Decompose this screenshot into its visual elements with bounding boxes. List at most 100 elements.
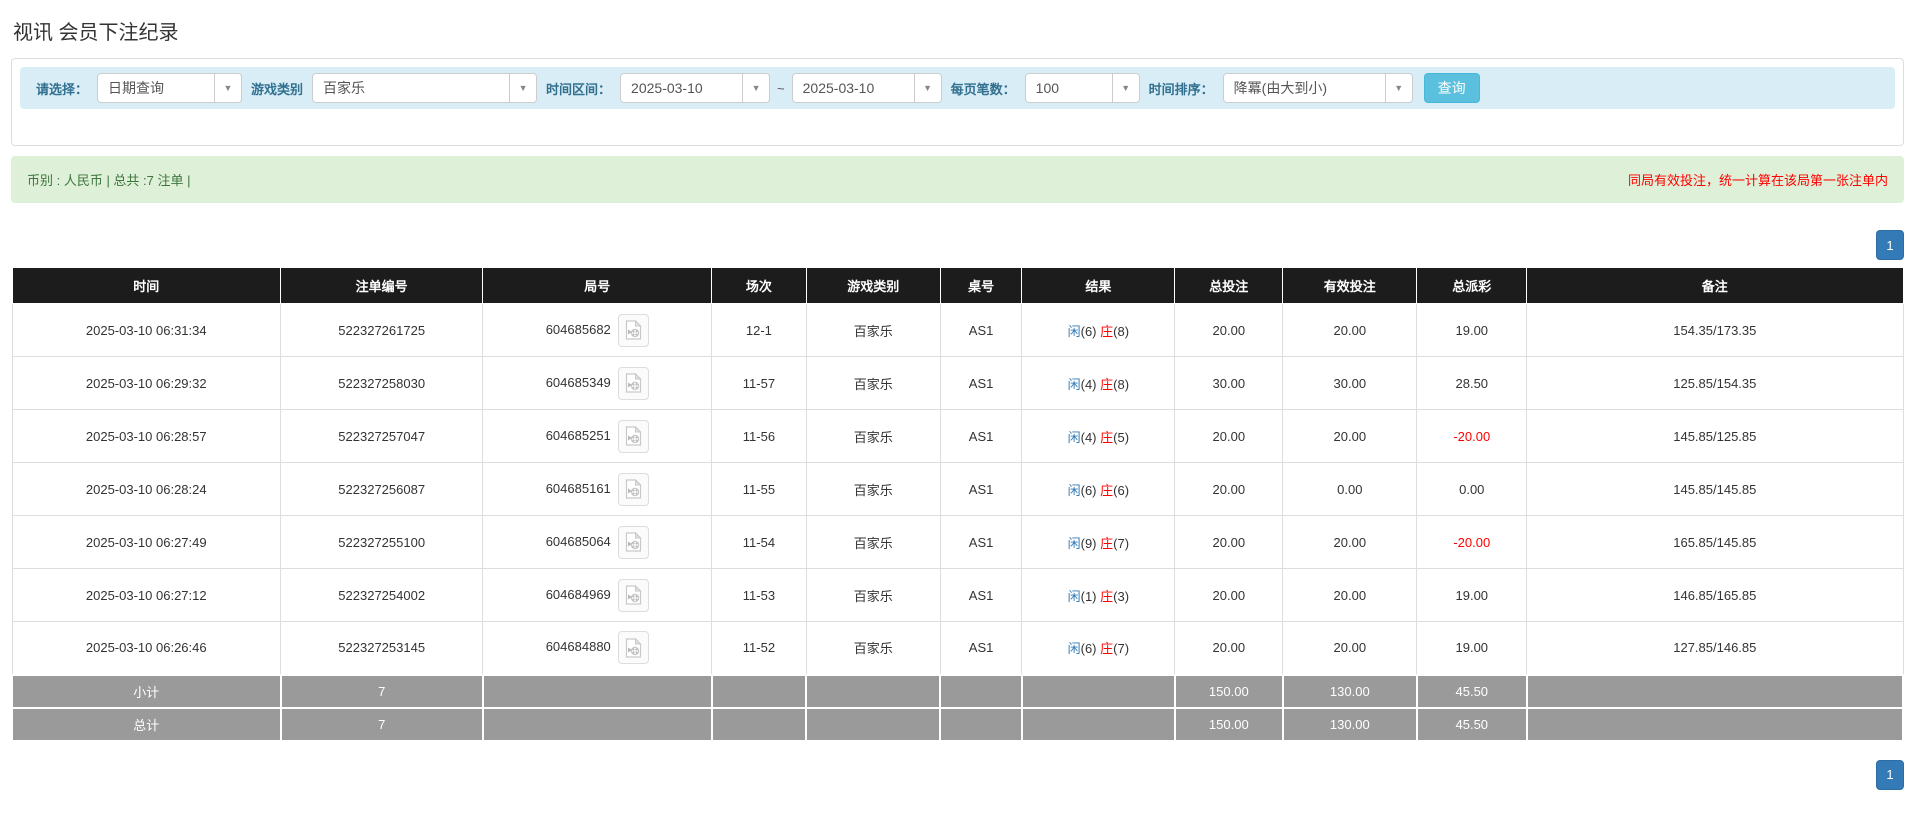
video-replay-button[interactable] bbox=[617, 472, 649, 506]
col-header-table-no: 桌号 bbox=[939, 267, 1023, 304]
cell-session: 11-54 bbox=[711, 515, 807, 569]
cell-time: 2025-03-10 06:28:57 bbox=[11, 409, 282, 463]
video-file-icon bbox=[625, 426, 642, 446]
cell-session: 11-53 bbox=[711, 568, 807, 622]
result-player-label: 闲 bbox=[1067, 482, 1081, 498]
time-sort-dropdown[interactable]: 降冪(由大到小) ▼ bbox=[1222, 73, 1413, 103]
cell-total-bet-link[interactable]: 20.00 bbox=[1174, 568, 1284, 622]
result-player-score: (6) bbox=[1080, 641, 1097, 657]
cell-remark: 165.85/145.85 bbox=[1526, 515, 1904, 569]
cell-round-id: 604685251 bbox=[482, 409, 713, 463]
pagination-page-1-button[interactable]: 1 bbox=[1876, 230, 1904, 260]
table-row: 2025-03-10 06:28:24 522327256087 6046851… bbox=[11, 462, 1904, 516]
time-sort-label: 时间排序： bbox=[1148, 81, 1214, 97]
video-replay-button[interactable] bbox=[617, 366, 649, 400]
search-button[interactable]: 查询 bbox=[1423, 73, 1480, 103]
round-id-text: 604685682 bbox=[545, 321, 611, 337]
cell-total-bet-link[interactable]: 30.00 bbox=[1174, 356, 1284, 410]
video-file-icon bbox=[625, 320, 642, 340]
cell-remark: 127.85/146.85 bbox=[1526, 621, 1904, 675]
cell-result: 闲(4) 庄(5) bbox=[1021, 409, 1176, 463]
col-header-game-category: 游戏类别 bbox=[805, 267, 941, 304]
col-header-result: 结果 bbox=[1021, 267, 1176, 304]
cell-game-category: 百家乐 bbox=[805, 462, 941, 516]
table-row: 2025-03-10 06:26:46 522327253145 6046848… bbox=[11, 621, 1904, 675]
cell-result: 闲(1) 庄(3) bbox=[1021, 568, 1176, 622]
cell-payout: 28.50 bbox=[1416, 356, 1528, 410]
cell-remark: 125.85/154.35 bbox=[1526, 356, 1904, 410]
total-count: 7 bbox=[279, 706, 484, 742]
col-header-valid-bet: 有效投注 bbox=[1282, 267, 1418, 304]
page: 视讯 会员下注纪录 请选择： 日期查询 ▼ 游戏类别 百家乐 ▼ 时间区间： 2… bbox=[0, 0, 1915, 798]
date-from-dropdown[interactable]: 2025-03-10 ▼ bbox=[620, 73, 771, 103]
cell-round-id: 604684969 bbox=[482, 568, 713, 622]
chevron-down-icon[interactable]: ▼ bbox=[214, 74, 242, 102]
cell-valid-bet: 0.00 bbox=[1282, 462, 1418, 516]
cell-time: 2025-03-10 06:27:12 bbox=[11, 568, 282, 622]
select-type-dropdown[interactable]: 日期查询 ▼ bbox=[97, 73, 243, 103]
cell-total-bet-link[interactable]: 20.00 bbox=[1174, 303, 1284, 357]
cell-total-bet-link[interactable]: 20.00 bbox=[1174, 462, 1284, 516]
chevron-down-icon[interactable]: ▼ bbox=[742, 74, 770, 102]
result-player-score: (6) bbox=[1080, 482, 1097, 498]
cell-total-bet-link[interactable]: 20.00 bbox=[1174, 409, 1284, 463]
col-header-remark: 备注 bbox=[1526, 267, 1904, 304]
subtotal-row: 小计 7 150.00 130.00 45.50 bbox=[11, 673, 1905, 709]
cell-remark: 146.85/165.85 bbox=[1526, 568, 1904, 622]
result-player-label: 闲 bbox=[1067, 429, 1081, 445]
cell-remark: 154.35/173.35 bbox=[1526, 303, 1904, 357]
cell-total-bet-link[interactable]: 20.00 bbox=[1174, 621, 1284, 675]
chevron-down-icon[interactable]: ▼ bbox=[913, 74, 941, 102]
result-player-label: 闲 bbox=[1067, 535, 1081, 551]
video-replay-button[interactable] bbox=[617, 631, 649, 665]
result-banker-label: 庄 bbox=[1100, 588, 1114, 604]
cell-table-no: AS1 bbox=[939, 356, 1023, 410]
cell-payout: -20.00 bbox=[1416, 409, 1528, 463]
video-replay-button[interactable] bbox=[617, 313, 649, 347]
date-range-separator: ~ bbox=[777, 80, 785, 96]
video-file-icon bbox=[625, 373, 642, 393]
chevron-down-icon[interactable]: ▼ bbox=[1384, 74, 1412, 102]
chevron-down-icon[interactable]: ▼ bbox=[509, 74, 537, 102]
chevron-down-icon[interactable]: ▼ bbox=[1111, 74, 1139, 102]
subtotal-valid-bet: 130.00 bbox=[1281, 673, 1418, 709]
cell-game-category: 百家乐 bbox=[805, 568, 941, 622]
cell-bet-id: 522327257047 bbox=[280, 409, 484, 463]
select-type-value: 日期查询 bbox=[108, 80, 165, 96]
result-banker-label: 庄 bbox=[1100, 429, 1114, 445]
col-header-payout: 总派彩 bbox=[1416, 267, 1528, 304]
date-range-label: 时间区间： bbox=[546, 81, 612, 97]
cell-game-category: 百家乐 bbox=[805, 409, 941, 463]
result-player-label: 闲 bbox=[1067, 376, 1081, 392]
pagination-page-1-button[interactable]: 1 bbox=[1876, 759, 1904, 790]
round-id-text: 604684880 bbox=[545, 639, 611, 655]
col-header-time: 时间 bbox=[11, 267, 282, 304]
video-file-icon bbox=[625, 585, 642, 605]
video-replay-button[interactable] bbox=[617, 419, 649, 453]
page-size-label: 每页笔数： bbox=[950, 81, 1016, 97]
select-type-label: 请选择： bbox=[36, 81, 89, 97]
video-file-icon bbox=[625, 479, 642, 499]
col-header-session: 场次 bbox=[711, 267, 807, 304]
summary-bar: 币别 : 人民币 | 总共 :7 注单 | 同局有效投注，统一计算在该局第一张注… bbox=[11, 156, 1904, 203]
cell-result: 闲(6) 庄(8) bbox=[1021, 303, 1176, 357]
col-header-total-bet: 总投注 bbox=[1174, 267, 1284, 304]
cell-session: 11-57 bbox=[711, 356, 807, 410]
round-id-text: 604684969 bbox=[545, 586, 611, 602]
col-header-round-id: 局号 bbox=[482, 267, 713, 304]
cell-time: 2025-03-10 06:27:49 bbox=[11, 515, 282, 569]
video-replay-button[interactable] bbox=[617, 525, 649, 559]
date-to-dropdown[interactable]: 2025-03-10 ▼ bbox=[791, 73, 942, 103]
date-from-value: 2025-03-10 bbox=[631, 80, 703, 96]
cell-total-bet-link[interactable]: 20.00 bbox=[1174, 515, 1284, 569]
video-replay-button[interactable] bbox=[617, 578, 649, 612]
cell-remark: 145.85/125.85 bbox=[1526, 409, 1904, 463]
result-player-label: 闲 bbox=[1067, 641, 1081, 657]
total-total-bet: 150.00 bbox=[1173, 706, 1284, 742]
total-row: 总计 7 150.00 130.00 45.50 bbox=[11, 706, 1905, 742]
page-size-dropdown[interactable]: 100 ▼ bbox=[1024, 73, 1140, 103]
total-payout: 45.50 bbox=[1415, 706, 1528, 742]
cell-session: 12-1 bbox=[711, 303, 807, 357]
game-category-dropdown[interactable]: 百家乐 ▼ bbox=[312, 73, 538, 103]
cell-game-category: 百家乐 bbox=[805, 515, 941, 569]
